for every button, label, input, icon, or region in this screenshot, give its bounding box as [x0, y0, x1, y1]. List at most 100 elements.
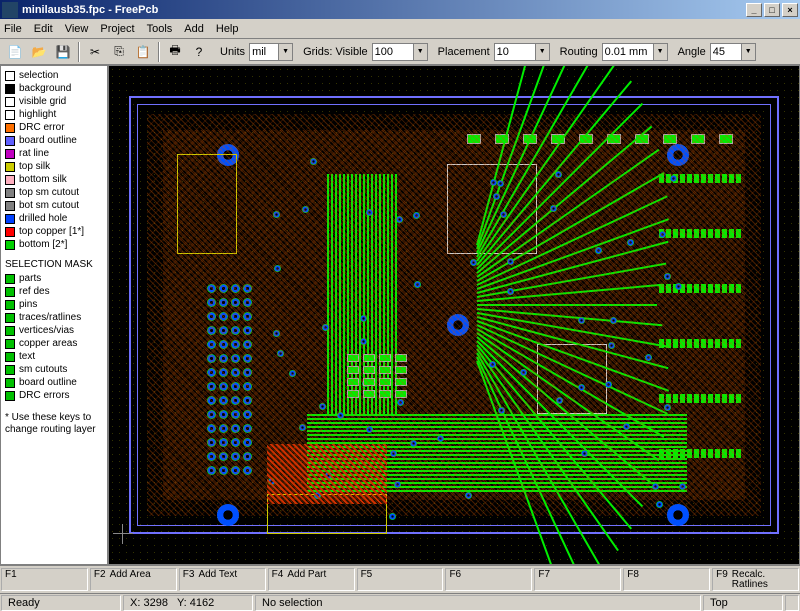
mask-item[interactable]: copper areas — [5, 338, 103, 350]
legend-item[interactable]: bottom [2*] — [5, 239, 103, 251]
minimize-button[interactable]: _ — [746, 3, 762, 17]
open-icon[interactable]: 📂 — [28, 41, 50, 63]
save-icon[interactable]: 💾 — [52, 41, 74, 63]
legend-item[interactable]: top sm cutout — [5, 187, 103, 199]
legend-label: background — [19, 83, 71, 95]
help-icon[interactable]: ? — [188, 41, 210, 63]
mask-item[interactable]: parts — [5, 273, 103, 285]
copy-icon[interactable]: ⎘ — [108, 41, 130, 63]
fnkey-f5[interactable]: F5 — [357, 568, 444, 591]
legend-label: board outline — [19, 135, 77, 147]
menu-help[interactable]: Help — [216, 23, 239, 35]
legend-item[interactable]: visible grid — [5, 96, 103, 108]
menu-edit[interactable]: Edit — [34, 23, 53, 35]
mask-item[interactable]: pins — [5, 299, 103, 311]
menubar: File Edit View Project Tools Add Help — [0, 19, 800, 39]
legend-label: bottom silk — [19, 174, 67, 186]
close-button[interactable]: × — [782, 3, 798, 17]
color-swatch — [5, 84, 15, 94]
mask-item[interactable]: traces/ratlines — [5, 312, 103, 324]
legend-item[interactable]: bottom silk — [5, 174, 103, 186]
grids-combo[interactable]: ▼ — [372, 43, 428, 61]
status-layer: Top — [703, 595, 783, 611]
fnkey-f2[interactable]: F2Add Area — [90, 568, 177, 591]
new-icon[interactable]: 📄 — [4, 41, 26, 63]
window-title: minilausb35.fpc - FreePcb — [22, 4, 746, 16]
print-icon[interactable]: 🖶 — [164, 41, 186, 63]
routing-combo[interactable]: ▼ — [602, 43, 668, 61]
chevron-down-icon[interactable]: ▼ — [653, 44, 667, 60]
fnkey-f3[interactable]: F3Add Text — [179, 568, 266, 591]
color-swatch — [5, 149, 15, 159]
status-ready: Ready — [1, 595, 121, 611]
menu-project[interactable]: Project — [100, 23, 134, 35]
pcb-canvas[interactable] — [108, 65, 800, 565]
chevron-down-icon[interactable]: ▼ — [535, 44, 549, 60]
mask-item[interactable]: DRC errors — [5, 390, 103, 402]
legend-item[interactable]: background — [5, 83, 103, 95]
menu-tools[interactable]: Tools — [147, 23, 173, 35]
angle-combo[interactable]: ▼ — [710, 43, 756, 61]
placement-label: Placement — [438, 46, 490, 58]
fnkey-f8[interactable]: F8 — [623, 568, 710, 591]
mask-label: DRC errors — [19, 390, 70, 402]
grids-input[interactable] — [373, 44, 413, 60]
angle-input[interactable] — [711, 44, 741, 60]
units-combo[interactable]: ▼ — [249, 43, 293, 61]
resize-grip[interactable] — [785, 595, 799, 611]
selection-mask-title: SELECTION MASK — [5, 259, 103, 270]
legend-label: bottom [2*] — [19, 239, 67, 251]
placement-input[interactable] — [495, 44, 535, 60]
layer-note: * Use these keys to change routing layer — [5, 412, 103, 436]
legend-label: top silk — [19, 161, 50, 173]
units-input[interactable] — [250, 44, 278, 60]
mask-label: text — [19, 351, 35, 363]
legend-item[interactable]: selection — [5, 70, 103, 82]
legend-item[interactable]: highlight — [5, 109, 103, 121]
angle-label: Angle — [678, 46, 706, 58]
routing-input[interactable] — [603, 44, 653, 60]
legend-item[interactable]: board outline — [5, 135, 103, 147]
mask-swatch — [5, 326, 15, 336]
legend-item[interactable]: drilled hole — [5, 213, 103, 225]
fnkey-f4[interactable]: F4Add Part — [268, 568, 355, 591]
board-outline — [129, 96, 779, 534]
toolbar: 📄 📂 💾 ✂ ⎘ 📋 🖶 ? Units ▼ Grids: Visible ▼… — [0, 39, 800, 65]
menu-view[interactable]: View — [65, 23, 89, 35]
legend-label: DRC error — [19, 122, 65, 134]
mask-item[interactable]: board outline — [5, 377, 103, 389]
color-swatch — [5, 162, 15, 172]
legend-item[interactable]: DRC error — [5, 122, 103, 134]
paste-icon[interactable]: 📋 — [132, 41, 154, 63]
cut-icon[interactable]: ✂ — [84, 41, 106, 63]
menu-file[interactable]: File — [4, 23, 22, 35]
chevron-down-icon[interactable]: ▼ — [413, 44, 427, 60]
mask-label: vertices/vias — [19, 325, 74, 337]
color-swatch — [5, 240, 15, 250]
fnkey-f6[interactable]: F6 — [445, 568, 532, 591]
mask-item[interactable]: vertices/vias — [5, 325, 103, 337]
legend-item[interactable]: bot sm cutout — [5, 200, 103, 212]
placement-combo[interactable]: ▼ — [494, 43, 550, 61]
menu-add[interactable]: Add — [184, 23, 204, 35]
legend-item[interactable]: top copper [1*] — [5, 226, 103, 238]
chevron-down-icon[interactable]: ▼ — [278, 44, 292, 60]
chevron-down-icon[interactable]: ▼ — [741, 44, 755, 60]
color-swatch — [5, 175, 15, 185]
maximize-button[interactable]: □ — [764, 3, 780, 17]
mask-item[interactable]: ref des — [5, 286, 103, 298]
fnkey-f7[interactable]: F7 — [534, 568, 621, 591]
statusbar: Ready X: 3298 Y: 4162 No selection Top — [0, 593, 800, 611]
mask-item[interactable]: sm cutouts — [5, 364, 103, 376]
legend-item[interactable]: rat line — [5, 148, 103, 160]
fnkey-f9[interactable]: F9Recalc. Ratlines — [712, 568, 799, 591]
legend-label: selection — [19, 70, 58, 82]
mask-item[interactable]: text — [5, 351, 103, 363]
mask-swatch — [5, 391, 15, 401]
legend-item[interactable]: top silk — [5, 161, 103, 173]
mask-swatch — [5, 378, 15, 388]
fnkey-bar: F1F2Add AreaF3Add TextF4Add PartF5F6F7F8… — [0, 565, 800, 593]
legend-label: drilled hole — [19, 213, 67, 225]
fnkey-f1[interactable]: F1 — [1, 568, 88, 591]
origin-crosshair — [113, 524, 133, 544]
